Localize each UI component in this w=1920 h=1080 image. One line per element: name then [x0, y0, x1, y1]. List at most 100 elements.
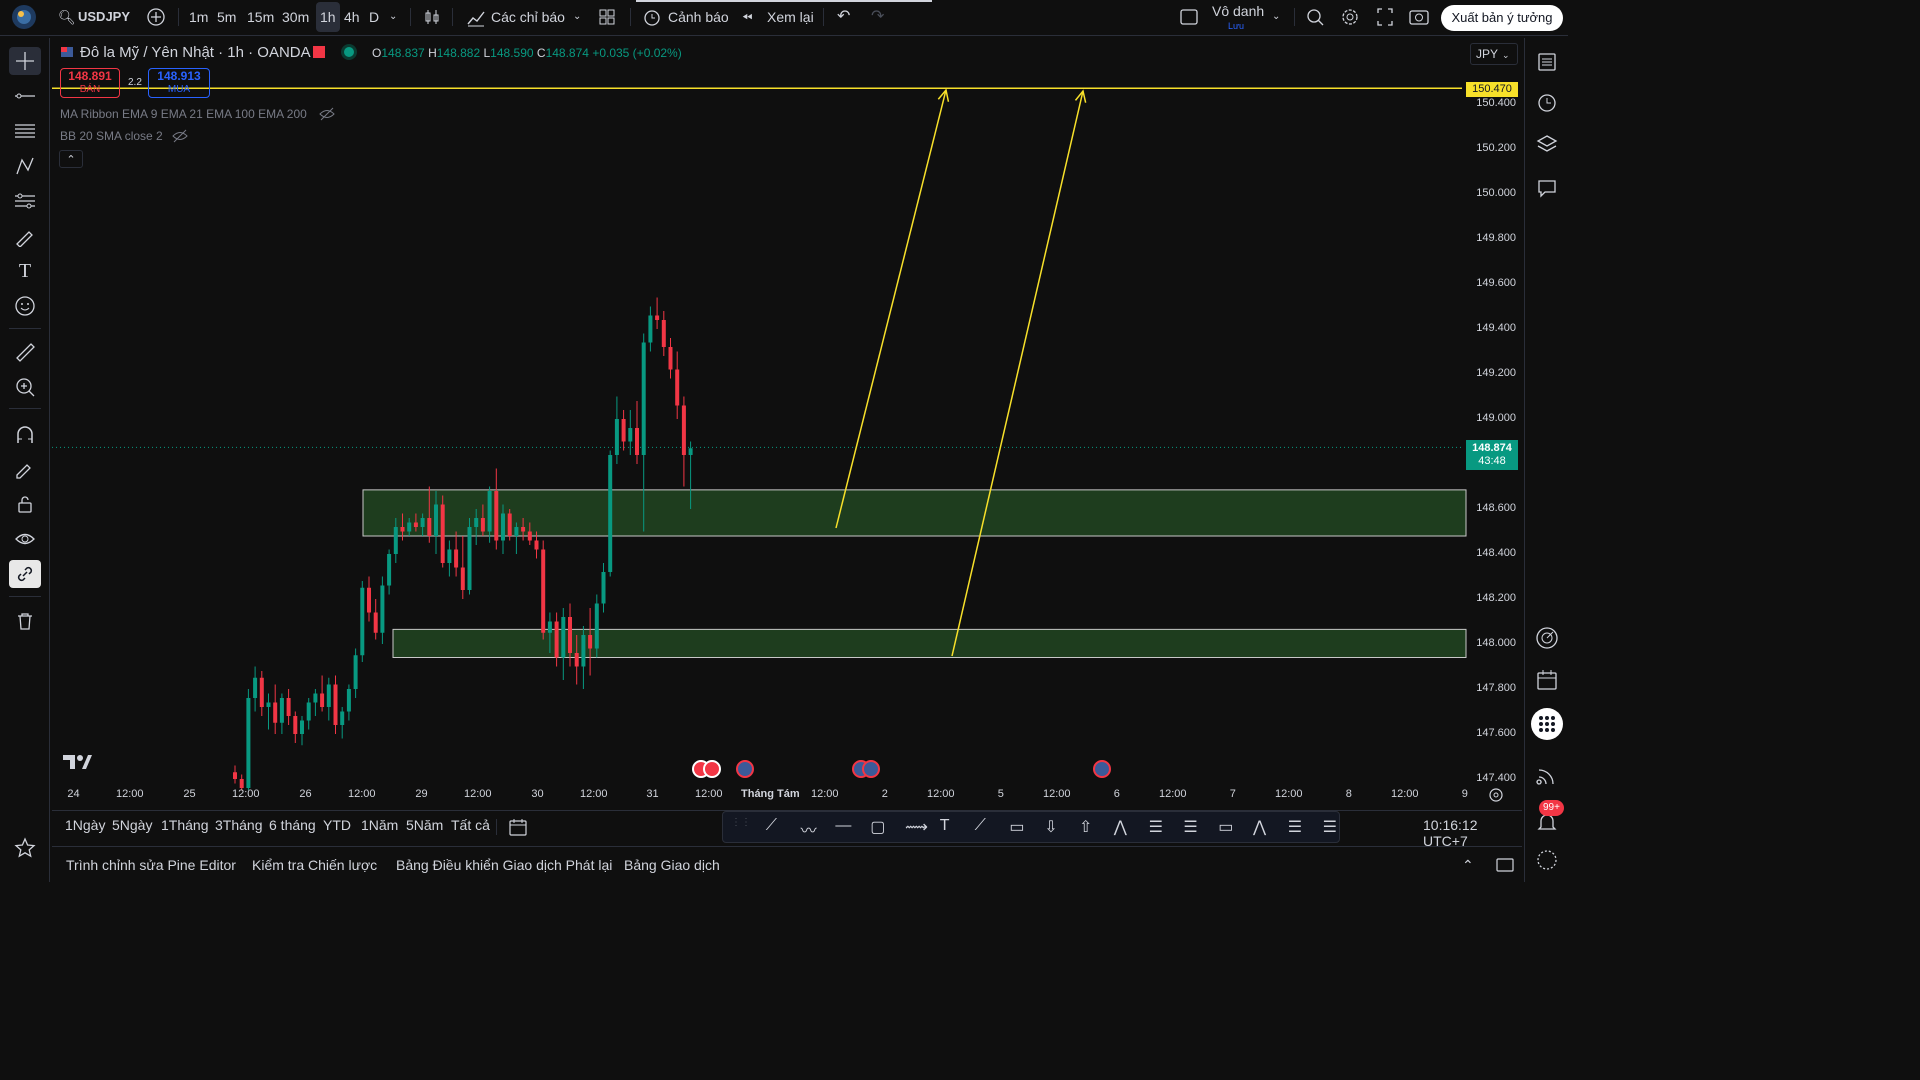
layout-checkbox-button[interactable] [1180, 0, 1198, 34]
range-5d[interactable]: 5Ngày [112, 817, 152, 833]
watchlist-icon[interactable] [1533, 48, 1561, 76]
range-6m[interactable]: 6 tháng [269, 817, 316, 833]
tf-4h[interactable]: 4h [344, 0, 360, 34]
alert-label[interactable]: Cảnh báo [668, 0, 729, 34]
tf-30m[interactable]: 30m [282, 0, 309, 34]
zoom-tool[interactable] [9, 373, 41, 401]
parallel-channel-icon[interactable]: ☰ [1149, 817, 1163, 837]
redo-icon[interactable]: ↷ [871, 0, 884, 34]
target-icon[interactable] [1533, 624, 1561, 652]
indicator-bb[interactable]: BB 20 SMA close 2 [60, 129, 163, 143]
horizontal-ray-icon[interactable]: — [835, 817, 851, 835]
regression-trend-icon[interactable]: ☰ [1183, 817, 1197, 837]
undo-icon[interactable]: ↶ [837, 0, 850, 34]
alerts-clock-icon[interactable] [1533, 88, 1561, 116]
forecast-tool[interactable] [9, 187, 41, 215]
price-chart[interactable] [52, 38, 1522, 814]
event-marker-icon[interactable] [703, 760, 721, 778]
go-to-date-icon[interactable] [508, 817, 528, 840]
range-3m[interactable]: 3Tháng [215, 817, 262, 833]
us-event-flag-icon[interactable] [1093, 760, 1111, 778]
fib-retracement-icon[interactable]: ☰ [1288, 817, 1302, 837]
help-icon[interactable] [1533, 846, 1561, 874]
collapse-panel-chevron-up-icon[interactable]: ⌃ [1462, 857, 1474, 874]
brush-tool[interactable] [9, 222, 41, 250]
hide-drawings-tool[interactable] [9, 525, 41, 553]
compare-symbol-button[interactable] [146, 0, 166, 34]
camera-icon[interactable] [1408, 0, 1430, 34]
tf-D[interactable]: D [369, 0, 379, 34]
tradingview-logo[interactable] [10, 3, 38, 37]
settings-gear-icon[interactable] [1340, 0, 1360, 34]
chat-icon[interactable] [1533, 174, 1561, 202]
crosshair-tool[interactable] [9, 47, 41, 75]
fib-extension-icon[interactable]: ☰ [1323, 817, 1337, 837]
indicator-ma-ribbon[interactable]: MA Ribbon EMA 9 EMA 21 EMA 100 EMA 200 [60, 107, 307, 121]
alert-button[interactable] [642, 0, 662, 34]
signal-feed-icon[interactable] [1533, 762, 1561, 790]
indicators-button[interactable] [466, 0, 486, 34]
quick-search-icon[interactable] [1305, 0, 1325, 34]
range-ytd[interactable]: YTD [323, 817, 351, 833]
layers-icon[interactable] [1533, 130, 1561, 158]
collapse-legend-chevron-up-icon[interactable]: ⌃ [59, 150, 83, 168]
path-icon[interactable]: ⟿ [905, 817, 928, 837]
tf-15m[interactable]: 15m [247, 0, 274, 34]
tab-trading-panel[interactable]: Bảng Giao dịch [624, 857, 720, 873]
maximize-panel-icon[interactable] [1496, 857, 1514, 876]
trend-line-icon[interactable]: ⟋ [766, 817, 777, 835]
abcd-pattern-icon[interactable]: ⋀ [1114, 817, 1127, 837]
fib-tool[interactable] [9, 117, 41, 145]
emoji-tool[interactable] [9, 292, 41, 320]
favorites-tool[interactable] [9, 834, 41, 862]
brush-icon[interactable]: 〰 [801, 817, 817, 841]
comment-icon[interactable]: ▭ [1218, 817, 1233, 837]
tf-1m[interactable]: 1m [189, 0, 208, 34]
drag-handle-icon[interactable]: ⋮⋮ [731, 817, 751, 828]
timeframe-dropdown-chevron-icon[interactable]: ⌄ [389, 0, 397, 34]
chart-title[interactable]: Đô la Mỹ / Yên Nhật · 1h · OANDA [80, 44, 311, 61]
line-icon[interactable]: ⟋ [975, 817, 986, 835]
replay-label[interactable]: Xem lại [767, 0, 814, 34]
currency-selector[interactable]: JPY ⌄ [1470, 43, 1518, 65]
replay-button[interactable]: ⏪︎ [742, 0, 752, 34]
range-1m[interactable]: 1Tháng [161, 817, 208, 833]
tab-pine-editor[interactable]: Trình chỉnh sửa Pine Editor [66, 857, 236, 873]
callout-icon[interactable]: ▭ [1009, 817, 1024, 837]
sell-button[interactable]: 148.891 BÁN [60, 68, 120, 98]
text-tool-icon[interactable]: T [9, 257, 41, 285]
us-event-flag-icon[interactable] [862, 760, 880, 778]
symbol-name[interactable]: USDJPY [78, 0, 130, 34]
trend-line-tool[interactable] [9, 82, 41, 110]
publish-idea-button[interactable]: Xuất bản ý tưởng [1441, 5, 1563, 31]
layout-chevron-icon[interactable]: ⌄ [1272, 0, 1280, 34]
sync-drawings-tool[interactable] [9, 560, 41, 588]
layout-grid-button[interactable] [598, 0, 616, 34]
tab-strategy-tester[interactable]: Kiểm tra Chiến lược [252, 857, 377, 873]
tab-replay-trading-panel[interactable]: Bảng Điều khiển Giao dịch Phát lại [396, 857, 612, 873]
pattern-tool[interactable] [9, 152, 41, 180]
stay-drawing-tool[interactable] [9, 455, 41, 483]
range-1y[interactable]: 1Năm [361, 817, 398, 833]
us-event-flag-icon[interactable] [736, 760, 754, 778]
rectangle-icon[interactable]: ▢ [870, 817, 885, 837]
clock-timezone[interactable]: 10:16:12 UTC+7 [1423, 817, 1522, 849]
calendar-icon[interactable] [1533, 666, 1561, 694]
buy-button[interactable]: 148.913 MUA [148, 68, 210, 98]
range-5y[interactable]: 5Năm [406, 817, 443, 833]
arrow-up-icon[interactable]: ⇧ [1079, 817, 1092, 837]
tf-1h[interactable]: 1h [316, 2, 340, 32]
symbol-search[interactable]: 🔍︎ [58, 0, 76, 34]
elliott-wave-icon[interactable]: ⋀ [1253, 817, 1266, 837]
chart-area[interactable]: Đô la Mỹ / Yên Nhật · 1h · OANDA O148.83… [52, 38, 1522, 814]
measure-tool[interactable] [9, 338, 41, 366]
range-all[interactable]: Tất cả [451, 817, 490, 833]
apps-grid-icon[interactable] [1531, 708, 1563, 740]
magnet-tool[interactable] [9, 420, 41, 448]
indicators-chevron-icon[interactable]: ⌄ [573, 0, 581, 34]
lock-drawings-tool[interactable] [9, 490, 41, 518]
candle-type-button[interactable] [423, 0, 441, 34]
indicators-label[interactable]: Các chỉ báo [491, 0, 565, 34]
tf-5m[interactable]: 5m [217, 0, 236, 34]
fullscreen-icon[interactable] [1375, 0, 1395, 34]
